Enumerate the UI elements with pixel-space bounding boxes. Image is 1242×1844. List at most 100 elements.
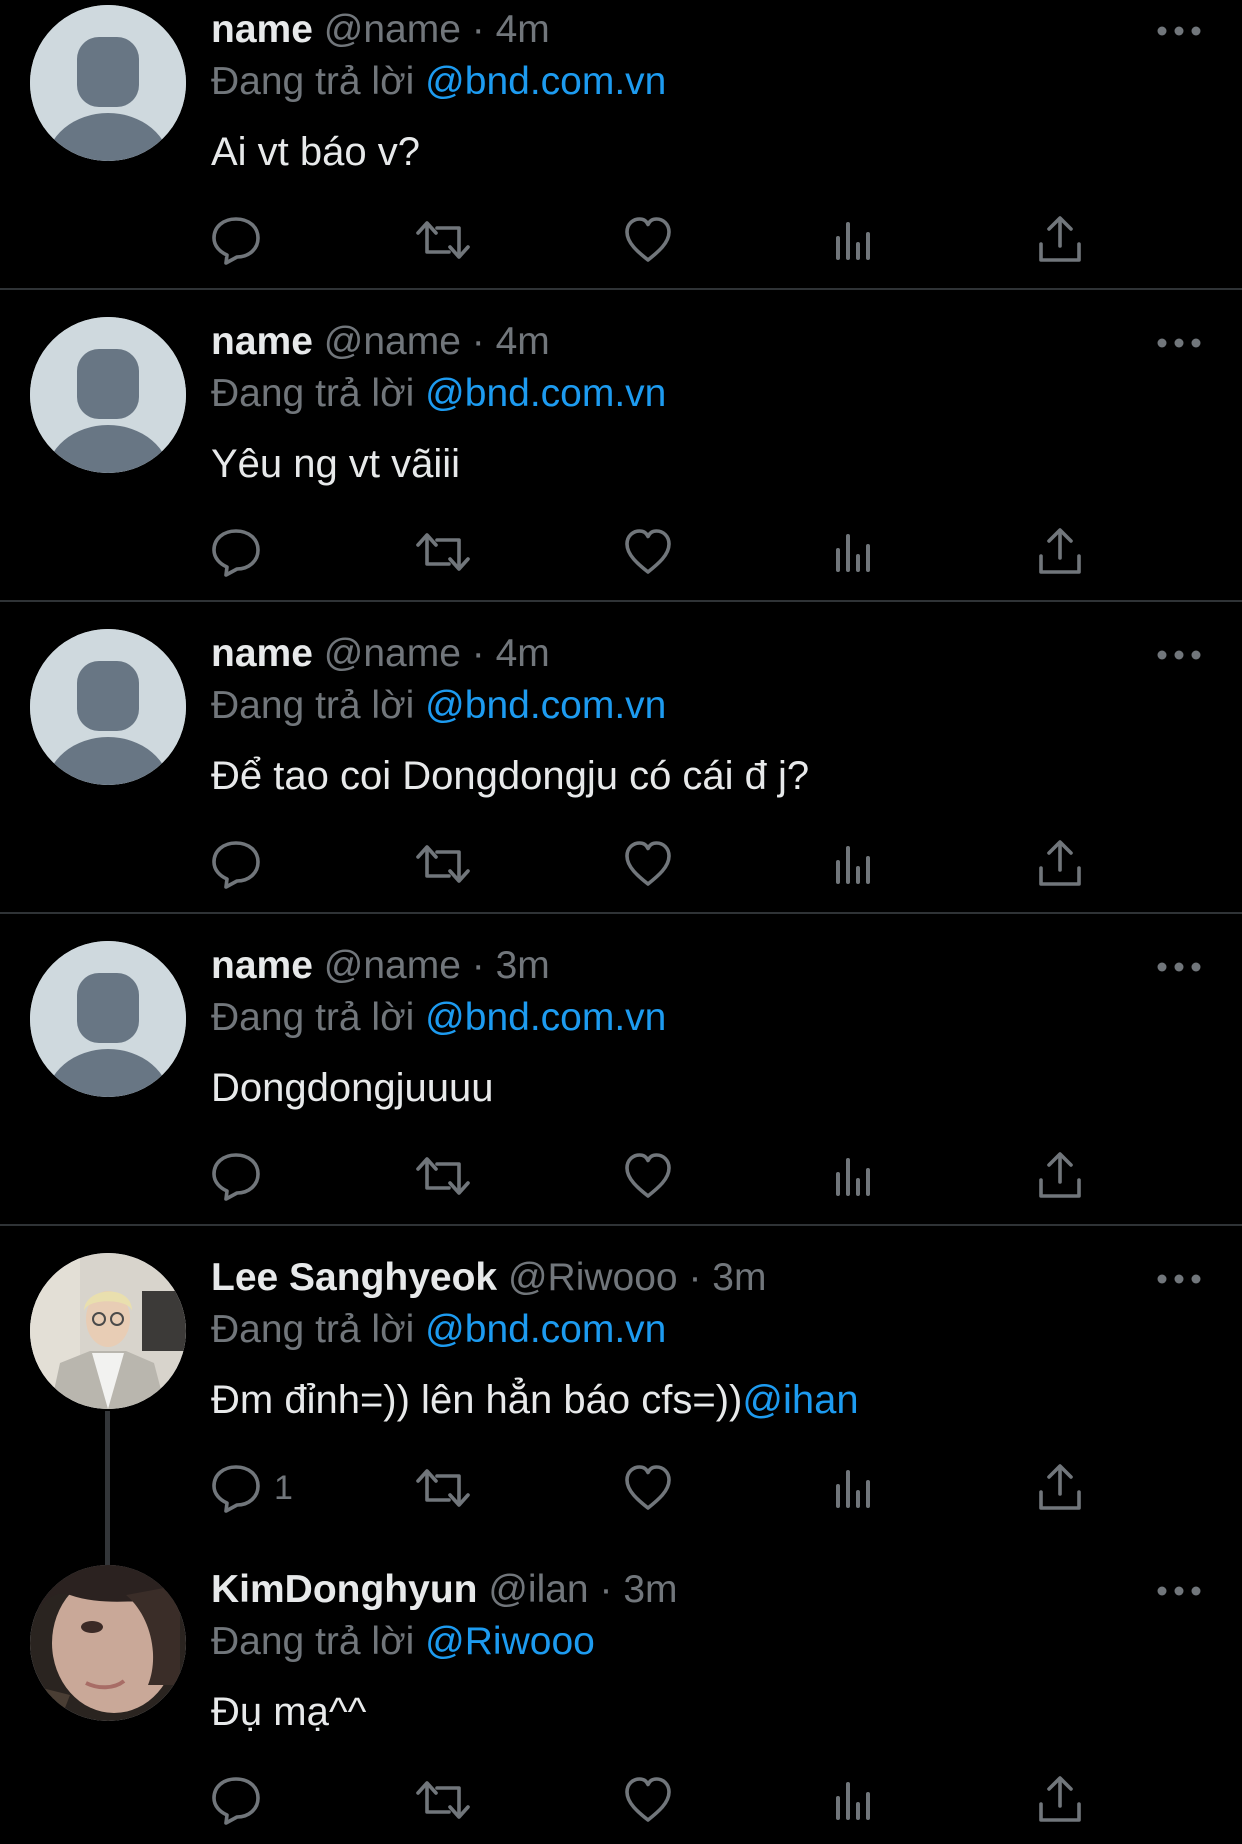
retweet-button[interactable] — [413, 212, 473, 268]
replying-to-mention[interactable]: @Riwooo — [425, 1620, 595, 1663]
timestamp[interactable]: 3m — [712, 1256, 766, 1299]
bar-chart-icon — [836, 1782, 870, 1820]
like-button[interactable] — [620, 1460, 680, 1516]
reply-button[interactable]: 1 — [208, 1460, 328, 1516]
replying-to-mention[interactable]: @bnd.com.vn — [425, 684, 666, 727]
avatar[interactable] — [30, 317, 186, 473]
user-handle[interactable]: @name — [324, 320, 461, 363]
divider — [0, 288, 1242, 290]
user-handle[interactable]: @ilan — [488, 1568, 588, 1611]
replying-to: Đang trả lời @bnd.com.vn — [211, 1306, 666, 1354]
retweet-button[interactable] — [413, 524, 473, 580]
user-handle[interactable]: @name — [324, 944, 461, 987]
reply-button[interactable] — [208, 212, 328, 268]
tweet-text: Dongdongjuuuu — [211, 1063, 493, 1113]
tweet-feed: name @name · 4m Đang trả lời @bnd.com.vn… — [0, 0, 1242, 1844]
like-button[interactable] — [620, 836, 680, 892]
views-button[interactable] — [826, 1772, 886, 1828]
replying-to: Đang trả lời @bnd.com.vn — [211, 58, 666, 106]
retweet-arrows-icon — [416, 1469, 470, 1507]
tweet-text-body: Đm đỉnh=)) lên hẳn báo cfs=)) — [211, 1378, 743, 1422]
retweet-arrows-icon — [416, 533, 470, 571]
reply-button[interactable] — [208, 524, 328, 580]
replying-to-label: Đang trả lời — [211, 684, 415, 727]
share-button[interactable] — [1032, 1148, 1092, 1204]
avatar[interactable] — [30, 629, 186, 785]
like-button[interactable] — [620, 524, 680, 580]
heart-outline-icon — [625, 1777, 671, 1822]
replying-to-label: Đang trả lời — [211, 996, 415, 1039]
tweet[interactable]: name @name · 4m Đang trả lời @bnd.com.vn… — [0, 312, 1242, 624]
tweet[interactable]: Lee Sanghyeok @Riwooo · 3m Đang trả lời … — [0, 1248, 1242, 1601]
display-name[interactable]: name — [211, 944, 313, 987]
share-button[interactable] — [1032, 1460, 1092, 1516]
action-bar — [0, 524, 1242, 584]
like-button[interactable] — [620, 212, 680, 268]
display-name[interactable]: name — [211, 320, 313, 363]
avatar[interactable] — [30, 5, 186, 161]
timestamp[interactable]: 4m — [496, 632, 550, 675]
avatar[interactable] — [30, 941, 186, 1097]
retweet-button[interactable] — [413, 1460, 473, 1516]
action-bar: 1 — [0, 1460, 1242, 1520]
timestamp[interactable]: 3m — [496, 944, 550, 987]
user-handle[interactable]: @name — [324, 8, 461, 51]
more-options-button[interactable] — [1156, 640, 1202, 670]
tweet[interactable]: KimDonghyun @ilan · 3m Đang trả lời @Riw… — [0, 1560, 1242, 1844]
speech-bubble-icon — [212, 841, 260, 889]
avatar[interactable] — [30, 1253, 186, 1409]
more-options-button[interactable] — [1156, 16, 1202, 46]
views-button[interactable] — [826, 212, 886, 268]
views-button[interactable] — [826, 836, 886, 892]
share-button[interactable] — [1032, 836, 1092, 892]
timestamp[interactable]: 4m — [496, 8, 550, 51]
user-handle[interactable]: @Riwooo — [508, 1256, 678, 1299]
replying-to-mention[interactable]: @bnd.com.vn — [425, 372, 666, 415]
more-options-button[interactable] — [1156, 1576, 1202, 1606]
timestamp[interactable]: 4m — [496, 320, 550, 363]
tweet-text-mention[interactable]: @ihan — [742, 1378, 858, 1422]
tweet-text-body: Yêu ng vt vãiii — [211, 442, 461, 486]
replying-to-mention[interactable]: @bnd.com.vn — [425, 60, 666, 103]
tweet[interactable]: name @name · 4m Đang trả lời @bnd.com.vn… — [0, 624, 1242, 936]
share-button[interactable] — [1032, 212, 1092, 268]
separator-dot: · — [471, 8, 485, 51]
display-name[interactable]: name — [211, 632, 313, 675]
separator-dot: · — [471, 320, 485, 363]
more-options-button[interactable] — [1156, 328, 1202, 358]
display-name[interactable]: Lee Sanghyeok — [211, 1256, 497, 1299]
share-button[interactable] — [1032, 1772, 1092, 1828]
tweet[interactable]: name @name · 3m Đang trả lời @bnd.com.vn… — [0, 936, 1242, 1248]
tweet-header: name @name · 4m — [211, 6, 550, 54]
default-avatar-icon — [30, 5, 186, 161]
retweet-button[interactable] — [413, 1148, 473, 1204]
replying-to-mention[interactable]: @bnd.com.vn — [425, 1308, 666, 1351]
more-options-button[interactable] — [1156, 952, 1202, 982]
reply-button[interactable] — [208, 1772, 328, 1828]
user-handle[interactable]: @name — [324, 632, 461, 675]
retweet-arrows-icon — [416, 1157, 470, 1195]
tweet-header: Lee Sanghyeok @Riwooo · 3m — [211, 1254, 766, 1302]
like-button[interactable] — [620, 1148, 680, 1204]
retweet-button[interactable] — [413, 836, 473, 892]
display-name[interactable]: KimDonghyun — [211, 1568, 477, 1611]
share-button[interactable] — [1032, 524, 1092, 580]
replying-to: Đang trả lời @bnd.com.vn — [211, 370, 666, 418]
display-name[interactable]: name — [211, 8, 313, 51]
replying-to-mention[interactable]: @bnd.com.vn — [425, 996, 666, 1039]
views-button[interactable] — [826, 1460, 886, 1516]
speech-bubble-icon — [212, 1777, 260, 1825]
reply-button[interactable] — [208, 836, 328, 892]
like-button[interactable] — [620, 1772, 680, 1828]
bar-chart-icon — [836, 222, 870, 260]
reply-button[interactable] — [208, 1148, 328, 1204]
more-options-button[interactable] — [1156, 1264, 1202, 1294]
heart-outline-icon — [625, 1465, 671, 1510]
views-button[interactable] — [826, 1148, 886, 1204]
retweet-button[interactable] — [413, 1772, 473, 1828]
tweet[interactable]: name @name · 4m Đang trả lời @bnd.com.vn… — [0, 0, 1242, 312]
views-button[interactable] — [826, 524, 886, 580]
timestamp[interactable]: 3m — [623, 1568, 677, 1611]
tweet-text: Đụ mạ^^ — [211, 1687, 366, 1737]
avatar[interactable] — [30, 1565, 186, 1721]
